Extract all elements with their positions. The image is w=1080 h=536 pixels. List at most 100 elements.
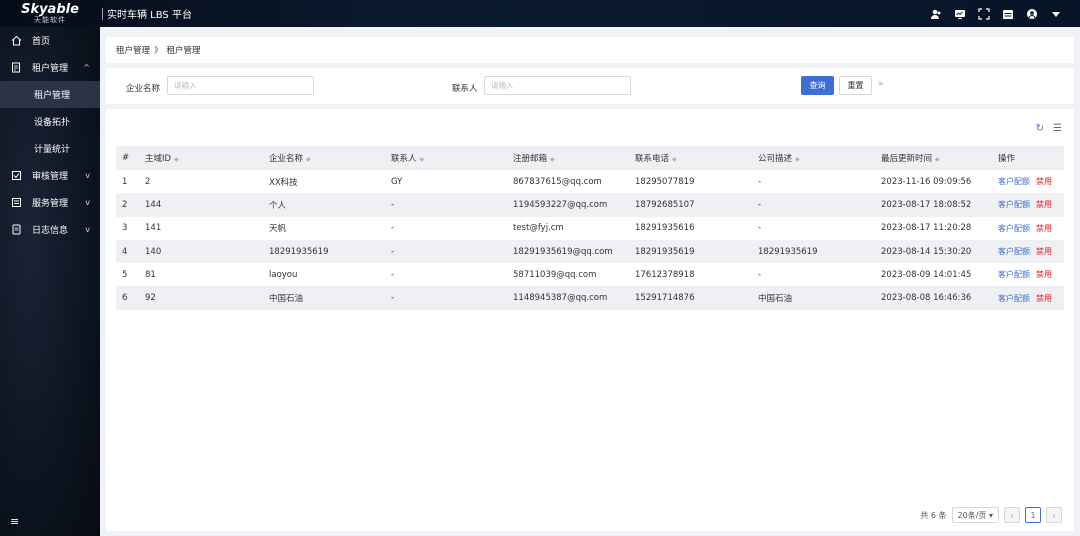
review-icon [10, 170, 22, 181]
breadcrumb-parent[interactable]: 租户管理 [116, 44, 150, 56]
sidebar-item-metering[interactable]: 计量统计 [0, 135, 100, 162]
cell-index: 2 [116, 193, 139, 217]
column-header[interactable]: 公司描述 ◆ [752, 146, 875, 170]
contact-input[interactable]: 请输入 [484, 76, 631, 95]
cell-contact: - [385, 286, 507, 310]
cell-contact: - [391, 223, 395, 234]
cell-email: 58711039@qq.com [513, 269, 597, 280]
sidebar-group-service[interactable]: 服务管理 v [0, 189, 100, 216]
cell-contact: - [385, 193, 507, 217]
reset-button[interactable]: 重置 [839, 76, 872, 95]
calendar-icon[interactable] [1002, 8, 1014, 20]
user-group-icon[interactable] [930, 8, 942, 20]
table-row: 2 144 个人 - 1194593227@qq.com 18792685107… [116, 193, 1064, 217]
cell-id: 140 [139, 239, 263, 264]
cell-id: 2 [145, 176, 151, 187]
sort-icon[interactable]: ◆ [795, 156, 800, 163]
sort-icon[interactable]: ◆ [174, 156, 179, 163]
table-row: 6 92 中国石油 - 1148945387@qq.com 1529171487… [116, 286, 1064, 310]
quota-config-link[interactable]: 客户配额 [998, 200, 1030, 209]
collapse-menu-icon[interactable]: ≡ [10, 515, 19, 528]
disable-link[interactable]: 禁用 [1036, 177, 1052, 186]
cell-contact: GY [391, 176, 403, 187]
document-icon [10, 62, 22, 73]
chevron-down-icon: ▾ [988, 510, 993, 520]
column-header[interactable]: 主域ID ◆ [139, 146, 263, 170]
cell-company: laoyou [269, 269, 298, 280]
disable-link[interactable]: 禁用 [1036, 270, 1052, 279]
sort-icon[interactable]: ◆ [550, 156, 555, 163]
cell-phone: 18792685107 [629, 193, 752, 217]
column-header[interactable]: 最后更新时间 ◆ [875, 146, 992, 170]
cell-phone: 18291935619 [629, 239, 752, 264]
sidebar-item-tenant-management[interactable]: 租户管理 [0, 81, 100, 108]
sidebar-item-device-topology[interactable]: 设备拓扑 [0, 108, 100, 135]
page-size-select[interactable]: 20条/页 ▾ [951, 507, 999, 523]
cell-description: - [758, 223, 762, 234]
cell-email: 18291935619@qq.com [507, 239, 629, 264]
disable-link[interactable]: 禁用 [1036, 224, 1052, 233]
search-button[interactable]: 查询 [801, 76, 834, 95]
logo[interactable]: Skyable 天能软件 [0, 0, 100, 27]
next-page-button[interactable]: › [1046, 507, 1062, 523]
sort-icon[interactable]: ◆ [672, 156, 677, 163]
cell-actions: 客户配额 禁用 [992, 286, 1064, 310]
quota-config-link[interactable]: 客户配额 [998, 177, 1030, 186]
cell-actions: 客户配额 禁用 [992, 217, 1064, 240]
company-name-input[interactable]: 请输入 [167, 76, 314, 95]
sidebar: 首页 租户管理 ^ 租户管理 设备拓扑 计量统计 审核管理 v 服务管理 v 日… [0, 27, 100, 536]
sort-icon[interactable]: ◆ [935, 156, 940, 163]
quota-config-link[interactable]: 客户配额 [998, 247, 1030, 256]
sidebar-item-label: 日志信息 [32, 226, 69, 236]
cell-updated: 2023-08-17 11:20:28 [881, 223, 972, 234]
app-title: 实时车辆 LBS 平台 [107, 10, 192, 21]
sidebar-item-home[interactable]: 首页 [0, 27, 100, 54]
prev-page-button[interactable]: ‹ [1004, 507, 1020, 523]
sidebar-group-review[interactable]: 审核管理 v [0, 162, 100, 189]
filter-bar: 企业名称 请输入 联系人 请输入 查询 重置 » [106, 68, 1074, 104]
disable-link[interactable]: 禁用 [1036, 200, 1052, 209]
page-number-button[interactable]: 1 [1025, 507, 1041, 523]
column-settings-icon[interactable]: ☰ [1053, 123, 1062, 134]
cell-actions: 客户配额 禁用 [992, 263, 1064, 286]
cell-id: 141 [145, 223, 162, 234]
cell-description: - [752, 193, 875, 217]
chevron-up-icon: ^ [83, 63, 90, 72]
disable-link[interactable]: 禁用 [1036, 294, 1052, 303]
caret-down-icon[interactable] [1050, 8, 1062, 20]
pagination: 共 6 条 20条/页 ▾ ‹ 1 › [920, 507, 1062, 523]
avatar-icon[interactable] [1026, 8, 1038, 20]
cell-email: 1194593227@qq.com [507, 193, 629, 217]
column-header[interactable]: 企业名称 ◆ [263, 146, 385, 170]
column-header[interactable]: 联系电话 ◆ [629, 146, 752, 170]
quota-config-link[interactable]: 客户配额 [998, 270, 1030, 279]
cell-company: 18291935619 [263, 239, 385, 264]
expand-icon[interactable]: » [878, 79, 884, 89]
quota-config-link[interactable]: 客户配额 [998, 224, 1030, 233]
cell-phone: 18291935616 [635, 223, 695, 234]
sidebar-group-logs[interactable]: 日志信息 v [0, 216, 100, 243]
column-header[interactable]: 注册邮箱 ◆ [507, 146, 629, 170]
refresh-icon[interactable]: ↻ [1036, 123, 1044, 134]
breadcrumb: 租户管理 》 租户管理 [106, 37, 1074, 63]
sidebar-group-tenant[interactable]: 租户管理 ^ [0, 54, 100, 81]
fullscreen-icon[interactable] [978, 7, 990, 20]
cell-company: 中国石油 [263, 286, 385, 310]
sort-icon[interactable]: ◆ [306, 156, 311, 163]
page-size-value: 20条/页 [957, 510, 987, 520]
column-header[interactable]: 联系人 ◆ [385, 146, 507, 170]
monitor-icon[interactable] [954, 8, 966, 20]
quota-config-link[interactable]: 客户配额 [998, 294, 1030, 303]
cell-actions: 客户配额 禁用 [992, 193, 1064, 217]
sort-icon[interactable]: ◆ [420, 156, 425, 163]
chevron-down-icon: v [85, 198, 90, 207]
cell-contact: - [391, 269, 395, 280]
log-icon [10, 224, 22, 235]
cell-updated: 2023-08-14 15:30:20 [875, 239, 992, 264]
table-row: 5 81 laoyou - 58711039@qq.com 1761237891… [116, 263, 1064, 286]
cell-description: - [758, 176, 762, 187]
cell-company: 个人 [263, 193, 385, 217]
cell-actions: 客户配额 禁用 [992, 239, 1064, 264]
disable-link[interactable]: 禁用 [1036, 247, 1052, 256]
cell-phone: 15291714876 [629, 286, 752, 310]
